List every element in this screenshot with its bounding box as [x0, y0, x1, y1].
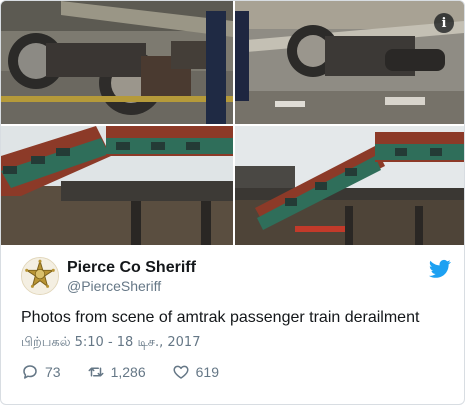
tweet-timestamp[interactable]: பிற்பகல் 5:10 - 18 டிச., 2017	[21, 335, 451, 351]
twitter-bird-icon[interactable]	[429, 259, 451, 279]
photo-derailed-cars-2[interactable]	[235, 126, 464, 245]
retweet-count: 1,286	[110, 364, 146, 380]
reply-count: 73	[45, 364, 61, 380]
retweet-button[interactable]: 1,286	[87, 363, 146, 381]
reply-button[interactable]: 73	[21, 363, 61, 381]
like-button[interactable]: 619	[172, 363, 219, 381]
retweet-icon	[88, 367, 104, 377]
info-icon[interactable]: i	[434, 13, 454, 33]
photo-derailed-cars-1[interactable]	[1, 126, 233, 245]
tweet-card: i Pierce Co Sheriff @PierceSheriff Photo…	[0, 0, 465, 405]
reply-bubble-icon	[23, 365, 37, 379]
sheriff-star-badge-icon[interactable]	[21, 257, 59, 295]
author-name[interactable]: Pierce Co Sheriff	[67, 259, 196, 277]
tweet-text: Photos from scene of amtrak passenger tr…	[21, 309, 420, 326]
photo-wheel-assembly-1[interactable]	[1, 1, 233, 124]
heart-icon	[173, 365, 189, 379]
tweet-media-grid: i	[1, 1, 464, 245]
author-handle[interactable]: @PierceSheriff	[67, 278, 161, 294]
tweet-actions: 73 1,286 619	[21, 361, 245, 383]
photo-wheel-assembly-2[interactable]: i	[235, 1, 464, 124]
tweet-author[interactable]: Pierce Co Sheriff @PierceSheriff	[21, 255, 451, 297]
like-count: 619	[195, 364, 219, 380]
